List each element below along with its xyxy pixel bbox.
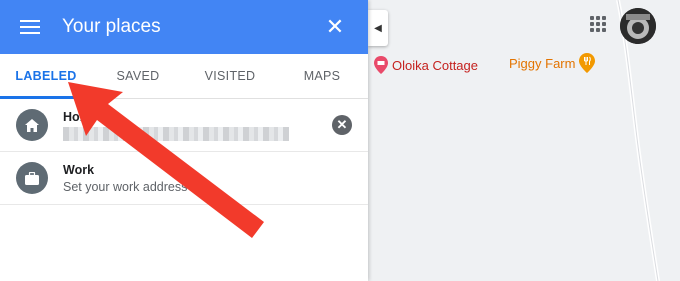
poi-label: Oloika Cottage bbox=[392, 57, 478, 73]
tab-maps[interactable]: MAPS bbox=[276, 54, 368, 98]
panel-header: Your places ✕ bbox=[0, 0, 368, 54]
avatar[interactable] bbox=[620, 8, 656, 44]
redacted-address bbox=[63, 126, 289, 141]
list-item-title: Hom bbox=[63, 109, 91, 124]
menu-icon[interactable] bbox=[20, 16, 40, 38]
your-places-panel: Your places ✕ LABELED SAVED VISITED MAPS… bbox=[0, 0, 368, 281]
briefcase-icon bbox=[16, 162, 48, 194]
list-item-work[interactable]: Work Set your work address bbox=[0, 152, 368, 205]
chevron-left-icon: ◀ bbox=[374, 22, 382, 34]
page-title: Your places bbox=[62, 16, 161, 37]
tab-bar: LABELED SAVED VISITED MAPS bbox=[0, 54, 368, 99]
close-icon[interactable]: ✕ bbox=[320, 14, 350, 40]
tab-visited[interactable]: VISITED bbox=[184, 54, 276, 98]
apps-grid-icon[interactable] bbox=[590, 16, 606, 32]
clear-icon[interactable]: ✕ bbox=[332, 115, 352, 135]
list-item-subtitle: Set your work address bbox=[63, 179, 188, 194]
tab-labeled[interactable]: LABELED bbox=[0, 54, 92, 98]
home-icon bbox=[16, 109, 48, 141]
restaurant-pin-icon bbox=[579, 53, 596, 73]
poi-oloika-cottage[interactable]: Oloika Cottage bbox=[374, 56, 478, 74]
hotel-pin-icon bbox=[374, 56, 388, 74]
list-item-home[interactable]: Hom ✕ bbox=[0, 99, 368, 152]
poi-piggy-farm[interactable]: Piggy Farm bbox=[509, 53, 596, 73]
tab-saved[interactable]: SAVED bbox=[92, 54, 184, 98]
poi-label: Piggy Farm bbox=[509, 55, 576, 71]
list-item-title: Work bbox=[63, 162, 95, 177]
avatar-image bbox=[620, 8, 656, 44]
collapse-panel-button[interactable]: ◀ bbox=[368, 10, 388, 46]
